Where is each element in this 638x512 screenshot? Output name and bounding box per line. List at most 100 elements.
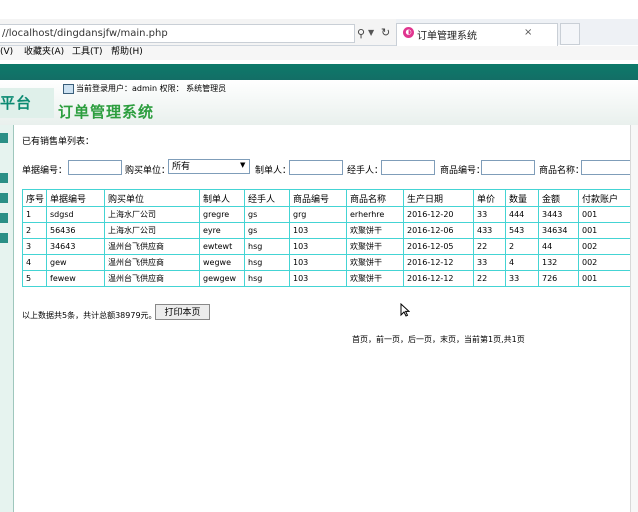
buyer-select[interactable]: 所有 (168, 159, 250, 174)
table-cell: 34643 (46, 238, 105, 255)
table-row: 5 fewew 温州台飞供应商 gewgew hsg 103 欢聚饼干 2016-12-12 2… (22, 270, 638, 287)
table-cell: 543 (505, 222, 539, 239)
column-header: 商品名称 (346, 189, 404, 207)
table-cell: hsg (244, 270, 290, 287)
new-tab-button[interactable] (560, 23, 580, 45)
table-cell: 温州台飞供应商 (104, 254, 200, 271)
table-cell: 2016-12-12 (403, 270, 474, 287)
table-cell: 上海水厂公司 (104, 206, 200, 223)
column-header: 经手人 (244, 189, 290, 207)
table-cell: 欢聚饼干 (346, 254, 404, 271)
column-header: 生产日期 (403, 189, 474, 207)
column-header: 单价 (473, 189, 506, 207)
orders-table: 序号 单据编号 购买单位 制单人 经手人 商品编号 商品名称 生产日期 单价 数… (22, 189, 638, 287)
column-header: 序号 (22, 189, 47, 207)
table-cell: 002 (578, 238, 638, 255)
table-header-row: 序号 单据编号 购买单位 制单人 经手人 商品编号 商品名称 生产日期 单价 数… (22, 189, 638, 207)
table-cell: 001 (578, 206, 638, 223)
table-cell: grg (289, 206, 347, 223)
handler-label: 经手人： (347, 166, 384, 176)
table-cell: 2016-12-20 (403, 206, 474, 223)
table-cell: 001 (578, 270, 638, 287)
table-cell: gewgew (199, 270, 245, 287)
scrollbar[interactable] (630, 125, 638, 512)
table-cell: 欢聚饼干 (346, 222, 404, 239)
column-header: 单据编号 (46, 189, 105, 207)
url-field[interactable]: //localhost/dingdansjfw/main.php (0, 24, 355, 43)
table-cell: 34634 (538, 222, 579, 239)
column-header: 制单人 (199, 189, 245, 207)
table-cell: hsg (244, 254, 290, 271)
column-header: 商品编号 (289, 189, 347, 207)
sidebar (0, 125, 14, 512)
table-cell: hsg (244, 238, 290, 255)
close-icon[interactable]: × (524, 27, 532, 38)
refresh-icon[interactable]: ↻ (381, 26, 390, 39)
table-cell: 4 (505, 254, 539, 271)
table-cell: 56436 (46, 222, 105, 239)
column-header: 金额 (538, 189, 579, 207)
sidebar-item[interactable] (0, 133, 8, 143)
table-cell: 726 (538, 270, 579, 287)
column-header: 数量 (505, 189, 539, 207)
logo: 平台 (0, 94, 33, 112)
table-cell: 2016-12-05 (403, 238, 474, 255)
tab-title[interactable]: 订单管理系统 (417, 27, 477, 42)
sidebar-item[interactable] (0, 193, 8, 203)
table-cell: 3 (22, 238, 47, 255)
table-cell: 上海水厂公司 (104, 222, 200, 239)
table-cell: eyre (199, 222, 245, 239)
product-name-input[interactable] (581, 160, 636, 175)
table-cell: 444 (505, 206, 539, 223)
table-row: 1 sdgsd 上海水厂公司 gregre gs grg erherhre 2016-12-2… (22, 206, 638, 223)
table-cell: 103 (289, 222, 347, 239)
table-cell: fewew (46, 270, 105, 287)
table-cell: 132 (538, 254, 579, 271)
product-no-input[interactable] (481, 160, 535, 175)
sidebar-item[interactable] (0, 213, 8, 223)
table-cell: 22 (473, 238, 506, 255)
maker-label: 制单人： (255, 166, 292, 176)
list-caption: 已有销售单列表： (22, 137, 95, 147)
menu-view[interactable]: (V) (0, 46, 13, 59)
chevron-down-icon[interactable]: ▼ (368, 28, 374, 37)
table-cell: 2016-12-06 (403, 222, 474, 239)
table-cell: sdgsd (46, 206, 105, 223)
table-cell: 44 (538, 238, 579, 255)
handler-input[interactable] (381, 160, 435, 175)
table-cell: 欢聚饼干 (346, 238, 404, 255)
table-row: 2 56436 上海水厂公司 eyre gs 103 欢聚饼干 2016-12-06 433 54… (22, 222, 638, 239)
product-no-label: 商品编号： (440, 166, 486, 176)
table-cell: 温州台飞供应商 (104, 238, 200, 255)
table-cell: 103 (289, 270, 347, 287)
print-button[interactable]: 打印本页 (155, 304, 210, 320)
order-no-label: 单据编号： (22, 166, 68, 176)
sidebar-item[interactable] (0, 173, 8, 183)
table-cell: 001 (578, 222, 638, 239)
order-no-input[interactable] (68, 160, 122, 175)
user-info: 当前登录用户：admin 权限： 系统管理员 (76, 84, 227, 93)
menu-favorites[interactable]: 收藏夹(A) (24, 46, 64, 59)
table-cell: 5 (22, 270, 47, 287)
search-icon[interactable]: ⚲ (357, 27, 365, 40)
summary-text: 以上数据共5条，共计总额38979元。 (22, 311, 157, 320)
site-favicon-icon: ◐ (403, 27, 414, 38)
table-cell: 22 (473, 270, 506, 287)
table-cell: 103 (289, 238, 347, 255)
table-cell: erherhre (346, 206, 404, 223)
sidebar-item[interactable] (0, 233, 8, 243)
mouse-cursor-icon (400, 303, 410, 317)
table-cell: gregre (199, 206, 245, 223)
menu-help[interactable]: 帮助(H) (111, 46, 143, 59)
table-cell: 2 (505, 238, 539, 255)
header-band (0, 64, 638, 80)
maker-input[interactable] (289, 160, 343, 175)
table-cell: ewtewt (199, 238, 245, 255)
chevron-down-icon[interactable]: ▼ (240, 161, 245, 169)
table-cell: 4 (22, 254, 47, 271)
table-cell: 33 (473, 206, 506, 223)
buyer-label: 购买单位： (125, 166, 171, 176)
table-cell: 103 (289, 254, 347, 271)
pagination[interactable]: 首页，前一页，后一页，末页，当前第1页,共1页 (352, 334, 525, 345)
menu-tools[interactable]: 工具(T) (72, 46, 103, 59)
